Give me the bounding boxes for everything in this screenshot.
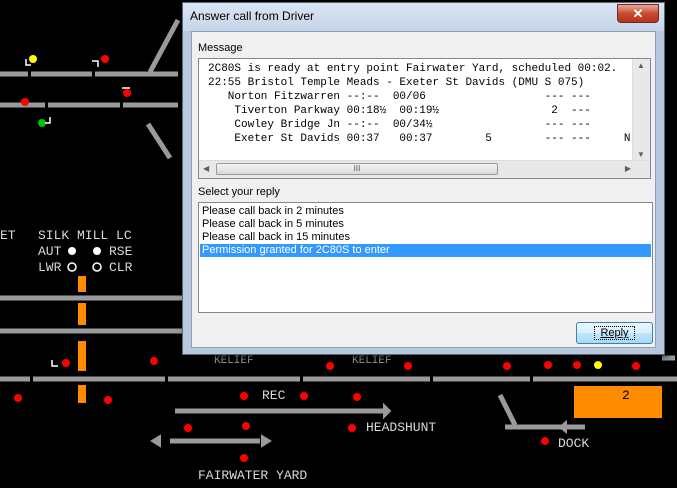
headshunt-label: HEADSHUNT <box>366 420 437 435</box>
message-box[interactable]: 2C80S is ready at entry point Fairwater … <box>198 58 651 179</box>
reply-button-label: Reply <box>594 326 635 340</box>
track-segment <box>145 122 173 160</box>
select-reply-label: Select your reply <box>198 186 280 198</box>
relief-label-left: KELIEF <box>214 355 254 367</box>
message-vertical-scrollbar[interactable]: ▲ ▼ <box>632 59 650 161</box>
reply-option[interactable]: Please call back in 2 minutes <box>200 205 651 218</box>
scroll-left-icon[interactable]: ◀ <box>203 164 209 173</box>
message-line: 22:55 Bristol Temple Meads - Exeter St D… <box>208 77 585 89</box>
dialog-titlebar[interactable]: Answer call from Driver ✕ <box>183 3 664 31</box>
partial-label: ET <box>0 228 16 243</box>
reply-listbox[interactable]: Please call back in 2 minutes Please cal… <box>198 202 653 313</box>
reply-option[interactable]: Please call back in 5 minutes <box>200 218 651 231</box>
lc-clr-indicator <box>92 262 102 272</box>
scroll-down-icon[interactable]: ▼ <box>637 150 645 159</box>
relief-label-right: KELIEF <box>352 355 392 367</box>
message-line: Cowley Bridge Jn --:-- 00/34½ --- --- <box>208 119 591 131</box>
lc-rse-indicator <box>93 247 101 255</box>
occupied-track-block <box>78 341 86 371</box>
fairwater-yard-label: FAIRWATER YARD <box>198 468 308 483</box>
train-berth-value: 2 <box>622 388 630 403</box>
lwr-label: LWR <box>38 260 62 275</box>
lc-aut-indicator <box>68 247 76 255</box>
occupied-track-block <box>78 276 86 292</box>
message-line: Exeter St Davids 00:37 00:37 5 --- --- N… <box>208 133 651 145</box>
message-label: Message <box>198 42 243 54</box>
reply-option-selected[interactable]: Permission granted for 2C80S to enter <box>200 244 651 257</box>
occupied-track-block <box>78 303 86 325</box>
dock-label: DOCK <box>558 436 590 451</box>
dialog-title: Answer call from Driver <box>190 9 315 23</box>
answer-call-dialog: Answer call from Driver ✕ Message 2C80S … <box>182 2 665 355</box>
close-icon: ✕ <box>632 6 644 21</box>
rec-label: REC <box>262 388 286 403</box>
train-berth[interactable]: 2 <box>574 386 662 418</box>
clr-label: CLR <box>109 260 133 275</box>
reply-button[interactable]: Reply <box>576 322 653 344</box>
message-line: 2C80S is ready at entry point Fairwater … <box>208 63 618 75</box>
scroll-right-icon[interactable]: ▶ <box>625 164 631 173</box>
rse-label: RSE <box>109 244 133 259</box>
close-button[interactable]: ✕ <box>617 4 659 23</box>
track-segment <box>147 18 181 74</box>
message-line: Norton Fitzwarren --:-- 00/06 --- --- <box>208 91 591 103</box>
occupied-track-block <box>78 385 86 403</box>
track-segment <box>497 393 518 427</box>
message-horizontal-scrollbar[interactable]: ◀ III ▶ <box>199 160 650 178</box>
horizontal-scroll-thumb[interactable]: III <box>216 163 498 175</box>
message-line: Tiverton Parkway 00:18½ 00:19½ 2 --- <box>208 105 591 117</box>
scroll-up-icon[interactable]: ▲ <box>637 61 645 70</box>
lc-lwr-indicator <box>67 262 77 272</box>
reply-option[interactable]: Please call back in 15 minutes <box>200 231 651 244</box>
dialog-client-area: Message 2C80S is ready at entry point Fa… <box>191 31 656 348</box>
aut-label: AUT <box>38 244 62 259</box>
silk-mill-lc-label: SILK MILL LC <box>38 228 132 243</box>
